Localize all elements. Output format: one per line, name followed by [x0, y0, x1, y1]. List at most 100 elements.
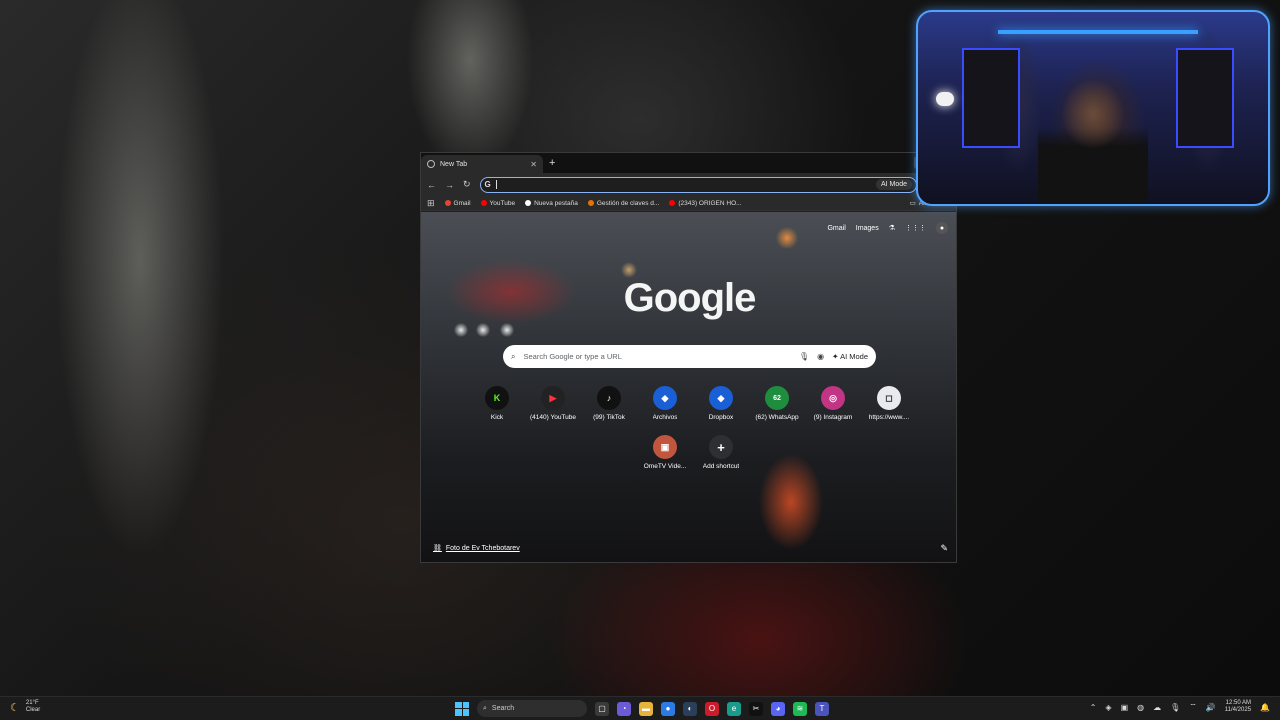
wifi-icon[interactable]: ⌔ [1189, 702, 1197, 712]
shortcut-label: (99) TikTok [593, 414, 625, 421]
shortcuts-grid: K Kick ▶ (4140) YouTube ♪ (99) TikTok ◆ Arch… [469, 386, 929, 470]
lens-icon[interactable]: ◉ [817, 352, 824, 361]
search-icon: ⌕ [511, 351, 516, 361]
shortcut-tiktok[interactable]: ♪ (99) TikTok [581, 386, 637, 421]
bookmark-label: YouTube [489, 199, 516, 207]
ntp-top-links: Gmail Images ⚗ ⋮⋮⋮ ● [827, 222, 948, 234]
opera-icon[interactable]: O [705, 701, 719, 716]
led-light-bar [998, 30, 1198, 34]
ometv-icon: ▣ [653, 435, 677, 459]
bookmark-nueva-pestana[interactable]: Nueva pestaña [525, 200, 578, 207]
shortcut-instagram[interactable]: ◎ (9) Instagram [805, 386, 861, 421]
bookmark-gestion-claves[interactable]: Gestión de claves d... [587, 199, 660, 207]
shortcut-label: https://www.... [868, 414, 910, 421]
teams-icon[interactable]: T [815, 701, 829, 716]
tab-strip: New Tab ✕ + ✦ — [421, 153, 956, 173]
shortcut-website[interactable]: ◻ https://www.... [861, 386, 917, 421]
back-icon[interactable]: ← [427, 180, 436, 190]
clock[interactable]: 12:50 AM 11/4/2025 [1225, 700, 1251, 714]
forward-icon[interactable]: → [445, 180, 454, 190]
shortcut-whatsapp[interactable]: 62 (62) WhatsApp [749, 386, 805, 421]
network-icon[interactable]: ◍ [1137, 703, 1144, 712]
ring-lamp [936, 92, 954, 106]
gmail-link[interactable]: Gmail [827, 225, 845, 232]
link-icon: ⛓ [433, 545, 442, 552]
taskbar-search[interactable]: ⌕ Search [477, 700, 587, 717]
tray-app-icon[interactable]: ▣ [1121, 703, 1129, 712]
google-g-icon: G [484, 180, 491, 189]
ntp-search-box[interactable]: ⌕ Search Google or type a URL 🎙 ◉ ✦ AI M… [503, 345, 876, 368]
address-bar[interactable]: G AI Mode [479, 176, 918, 193]
apps-grid-icon[interactable]: ⊞ [427, 198, 435, 209]
microphone-icon[interactable]: 🎙 [799, 352, 809, 361]
tab-new-tab[interactable]: New Tab ✕ [421, 155, 543, 173]
images-link[interactable]: Images [856, 225, 879, 232]
shortcut-kick[interactable]: K Kick [469, 386, 525, 421]
bookmark-gmail[interactable]: Gmail [444, 199, 471, 207]
windows-taskbar: ☾ 21°F Clear ⌕ Search ▢ ◔ ▬ ● ◐ O e ✂ ◕ … [0, 696, 1280, 720]
avatar[interactable]: ● [936, 222, 948, 234]
chrome-taskbar-icon[interactable]: ● [661, 701, 675, 716]
acoustic-panel-right [1176, 48, 1234, 148]
volume-icon[interactable]: 🔊 [1206, 703, 1216, 712]
capcut-icon[interactable]: ✂ [749, 701, 763, 716]
taskbar-search-placeholder: Search [491, 705, 515, 712]
ai-mode-button[interactable]: ✦ AI Mode [832, 352, 868, 361]
bookmark-label: Gestión de claves d... [596, 199, 660, 207]
bookmark-origen[interactable]: (2343) ORIGEN HO... [669, 200, 742, 207]
shortcut-label: Add shortcut [702, 463, 740, 470]
task-view-icon[interactable]: ▢ [595, 701, 609, 716]
bookmark-label: Nueva pestaña [534, 199, 578, 207]
shortcut-label: Archivos [652, 414, 678, 421]
text-cursor [495, 180, 497, 189]
labs-icon[interactable]: ⚗ [889, 224, 895, 232]
apps-grid-icon[interactable]: ⋮⋮⋮ [905, 224, 926, 232]
acoustic-panel-left [962, 48, 1020, 148]
omnibox-ai-mode-button[interactable]: AI Mode [875, 179, 913, 190]
notification-icon[interactable]: 🔔 [1260, 703, 1270, 712]
chrome-icon [427, 160, 435, 168]
shortcut-ometv[interactable]: ▣ OmeTV Vide... [637, 435, 693, 470]
tray-app-icon[interactable]: ◈ [1105, 703, 1111, 712]
youtube-icon [480, 200, 487, 206]
discord-icon[interactable]: ◕ [771, 701, 785, 716]
customize-pencil-icon[interactable]: ✎ [940, 543, 948, 554]
close-icon[interactable]: ✕ [530, 160, 537, 169]
shortcut-youtube[interactable]: ▶ (4140) YouTube [525, 386, 581, 421]
photo-credit-link[interactable]: ⛓ Foto de Ev Tchebotarev [433, 544, 520, 553]
tab-title: New Tab [440, 160, 468, 168]
add-shortcut-button[interactable]: + Add shortcut [693, 435, 749, 470]
chevron-up-icon[interactable]: ⌃ [1090, 703, 1097, 712]
gmail-icon [444, 200, 451, 206]
weather-desc: Clear [25, 707, 41, 713]
steam-icon[interactable]: ◐ [683, 701, 697, 716]
weather-temp: 21°F [25, 700, 39, 706]
shortcut-label: OmeTV Vide... [643, 463, 687, 470]
youtube-icon [669, 200, 676, 206]
bookmarks-bar: ⊞ Gmail YouTube Nueva pestaña Gestión de… [421, 196, 956, 211]
new-tab-button[interactable]: + [549, 157, 555, 169]
spotify-icon[interactable]: ≋ [793, 701, 807, 716]
shortcut-label: (62) WhatsApp [755, 414, 799, 421]
onedrive-icon[interactable]: ☁ [1153, 703, 1161, 712]
shortcut-dropbox[interactable]: ◆ Dropbox [693, 386, 749, 421]
microphone-icon[interactable]: 🎙 [1170, 703, 1180, 712]
weather-widget[interactable]: ☾ 21°F Clear [10, 700, 40, 714]
moon-icon: ☾ [10, 701, 20, 714]
start-button[interactable] [455, 701, 469, 716]
shortcut-archivos[interactable]: ◆ Archivos [637, 386, 693, 421]
webcam-overlay [916, 10, 1270, 206]
edge-icon[interactable]: e [727, 701, 741, 716]
bookmark-label: Gmail [453, 199, 471, 207]
instagram-icon: ◎ [821, 386, 845, 410]
search-placeholder: Search Google or type a URL [523, 352, 622, 361]
copilot-icon[interactable]: ◔ [617, 701, 631, 716]
website-icon: ◻ [877, 386, 901, 410]
photo-credit-text: Foto de Ev Tchebotarev [445, 544, 520, 552]
whatsapp-icon: 62 [765, 386, 789, 410]
bookmark-youtube[interactable]: YouTube [480, 199, 516, 207]
folder-icon: ▭ [909, 200, 916, 207]
clock-date: 11/4/2025 [1224, 707, 1252, 713]
file-explorer-icon[interactable]: ▬ [639, 701, 653, 716]
reload-icon[interactable]: ↻ [463, 179, 471, 190]
